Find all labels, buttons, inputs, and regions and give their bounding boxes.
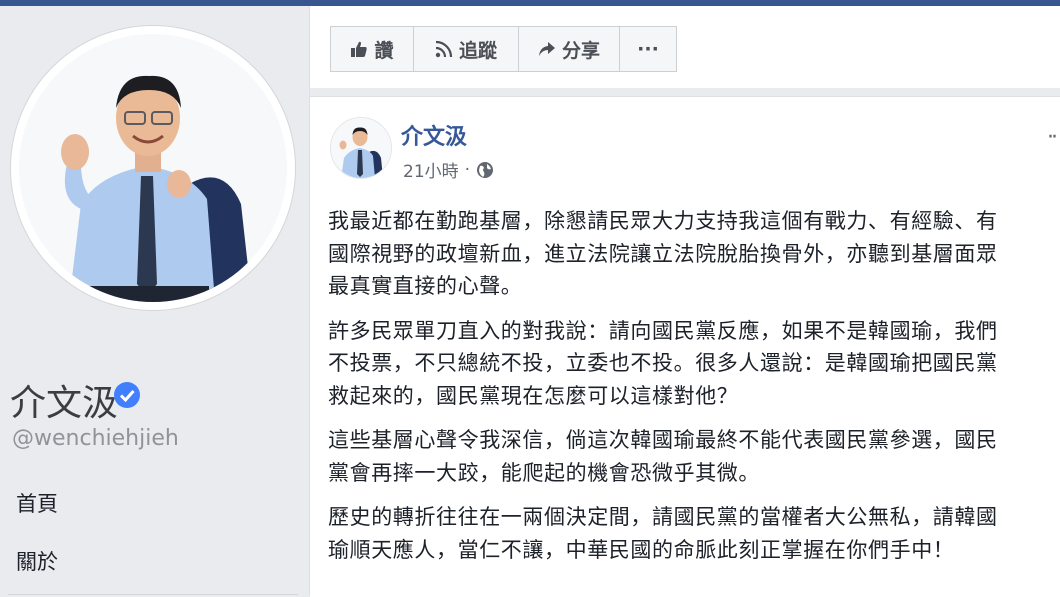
follow-label: 追蹤 [458,39,497,62]
rss-icon [435,40,453,58]
section-divider [310,88,1060,96]
post-body: 我最近都在勤跑基層，除懇請民眾大力支持我這個有戰力、有經驗、有 國際視野的政壇新… [328,205,1056,578]
main-content: 讚 追蹤 分享 ··· 介文汲 21小時 · ·· 我最近都在勤跑基層，除懇請民… [310,6,1060,597]
meta-separator: · [464,159,471,180]
like-label: 讚 [374,39,394,62]
profile-photo [19,34,287,302]
post-paragraph: 我最近都在勤跑基層，除懇請民眾大力支持我這個有戰力、有經驗、有 國際視野的政壇新… [328,209,998,298]
more-button[interactable]: ··· [619,26,677,72]
share-label: 分享 [561,39,600,62]
post-paragraph: 這些基層心聲令我深信，倘這次韓國瑜最終不能代表國民黨參選，國民 黨會再摔一大跤，… [328,428,998,485]
like-button[interactable]: 讚 [330,26,414,72]
post-card: 介文汲 21小時 · ·· 我最近都在勤跑基層，除懇請民眾大力支持我這個有戰力、… [310,96,1060,597]
globe-icon [477,161,494,178]
nav-item-home[interactable]: 首頁 [16,488,58,518]
post-paragraph: 歷史的轉折往往在一兩個決定間，請國民黨的當權者大公無私，請韓國 瑜順天應人，當仁… [328,505,998,562]
post-options-icon[interactable]: ·· [1047,125,1058,150]
follow-button[interactable]: 追蹤 [413,26,519,72]
more-dots-icon: ··· [637,38,659,60]
share-arrow-icon [538,42,555,56]
verified-badge-icon [114,382,140,408]
page-action-bar: 讚 追蹤 分享 ··· [330,26,677,72]
nav-divider [8,594,298,595]
nav-item-about[interactable]: 關於 [16,546,58,576]
post-meta: 21小時 · [403,157,494,182]
post-timestamp[interactable]: 21小時 [403,157,459,182]
page-handle: @wenchiehjieh [12,426,179,451]
share-button[interactable]: 分享 [518,26,620,72]
post-paragraph: 許多民眾單刀直入的對我說：請向國民黨反應，如果不是韓國瑜，我們 不投票，不只總統… [328,318,998,408]
post-author-avatar[interactable] [330,117,392,179]
profile-picture[interactable] [11,26,295,310]
profile-sidebar: 介文汲 @wenchiehjieh 首頁 關於 [0,6,305,596]
thumbs-up-icon [351,41,368,57]
post-author-name[interactable]: 介文汲 [401,119,467,151]
page-title: 介文汲 [10,383,119,424]
